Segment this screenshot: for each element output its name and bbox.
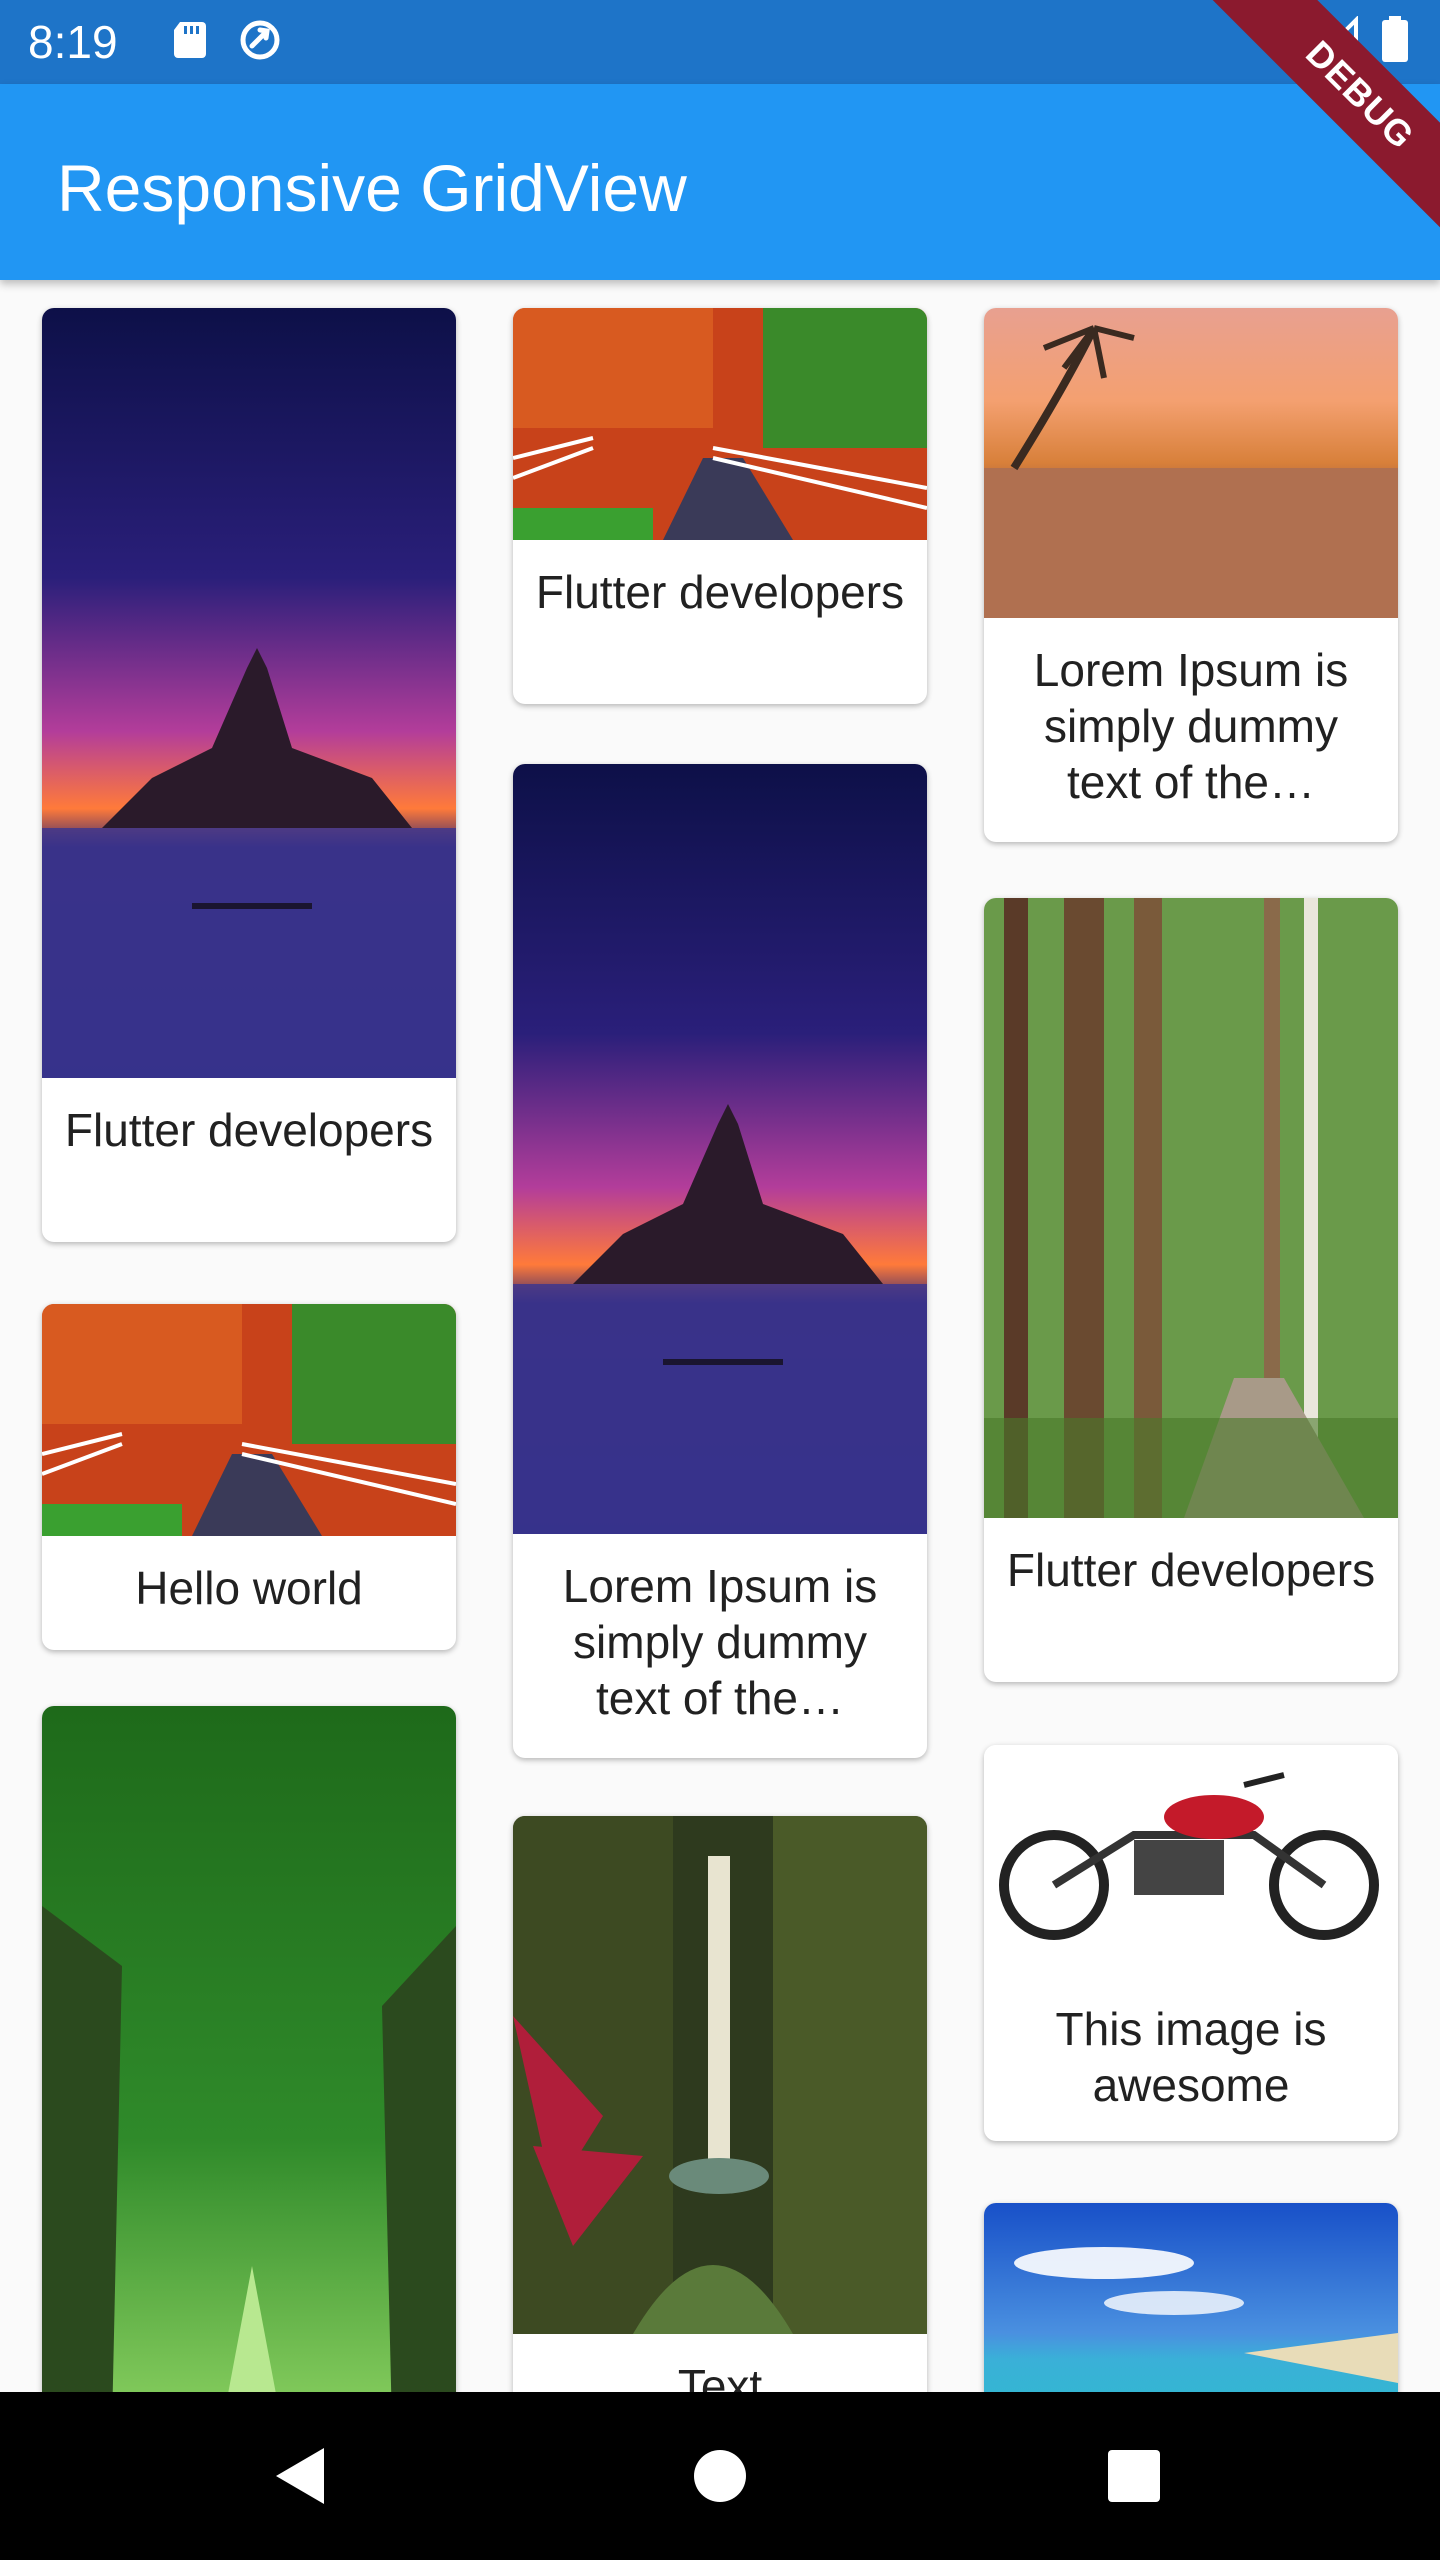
island-castle-image (42, 308, 456, 1078)
green-tree-tunnel-image (42, 1706, 456, 2392)
grid-card[interactable]: This image is awesome (984, 1745, 1398, 2141)
grid-card[interactable]: Lorem Ipsum is simply dummy text of the… (513, 764, 927, 1758)
app-bar: Responsive GridView (0, 84, 1440, 280)
grid-card[interactable]: Flutter developers (984, 898, 1398, 1682)
back-icon[interactable] (256, 2432, 344, 2520)
card-label: Text (677, 2360, 763, 2392)
autumn-road-image (513, 308, 927, 540)
card-label: Flutter developers (64, 1104, 434, 1156)
sync-icon (240, 20, 280, 60)
system-navigation-bar (0, 2392, 1440, 2560)
grid-card[interactable] (984, 2203, 1398, 2392)
grid-card[interactable]: Flutter developers (42, 308, 456, 1242)
card-label: Flutter developers (1006, 1544, 1376, 1596)
autumn-road-image (42, 1304, 456, 1536)
grid-card[interactable]: Flutter developers (513, 308, 927, 704)
grid-card[interactable]: Lorem Ipsum is simply dummy text of the… (984, 308, 1398, 842)
responsive-grid[interactable]: Flutter developers Hello world Flutter d… (0, 280, 1440, 2392)
grid-card[interactable] (42, 1706, 456, 2392)
status-bar: 8:19 (0, 0, 1440, 84)
home-icon[interactable] (676, 2432, 764, 2520)
beach-palm-image (984, 308, 1398, 618)
island-castle-image (513, 764, 927, 1534)
card-label: This image is awesome (1055, 2003, 1327, 2111)
battery-icon (1382, 16, 1408, 62)
status-time: 8:19 (28, 16, 118, 68)
card-label: Hello world (135, 1562, 363, 1614)
tropical-beach-image (984, 2203, 1398, 2392)
page-title: Responsive GridView (57, 151, 687, 225)
recents-icon[interactable] (1090, 2432, 1178, 2520)
grid-card[interactable]: Hello world (42, 1304, 456, 1650)
card-label: Lorem Ipsum is simply dummy text of the… (1033, 644, 1349, 808)
red-motorcycle-image (984, 1745, 1398, 1977)
sd-card-icon (174, 22, 206, 58)
grid-card[interactable]: Text (513, 1816, 927, 2392)
card-label: Lorem Ipsum is simply dummy text of the… (562, 1560, 878, 1724)
forest-path-image (984, 898, 1398, 1518)
card-label: Flutter developers (535, 566, 905, 618)
jungle-waterfall-image (513, 1816, 927, 2334)
